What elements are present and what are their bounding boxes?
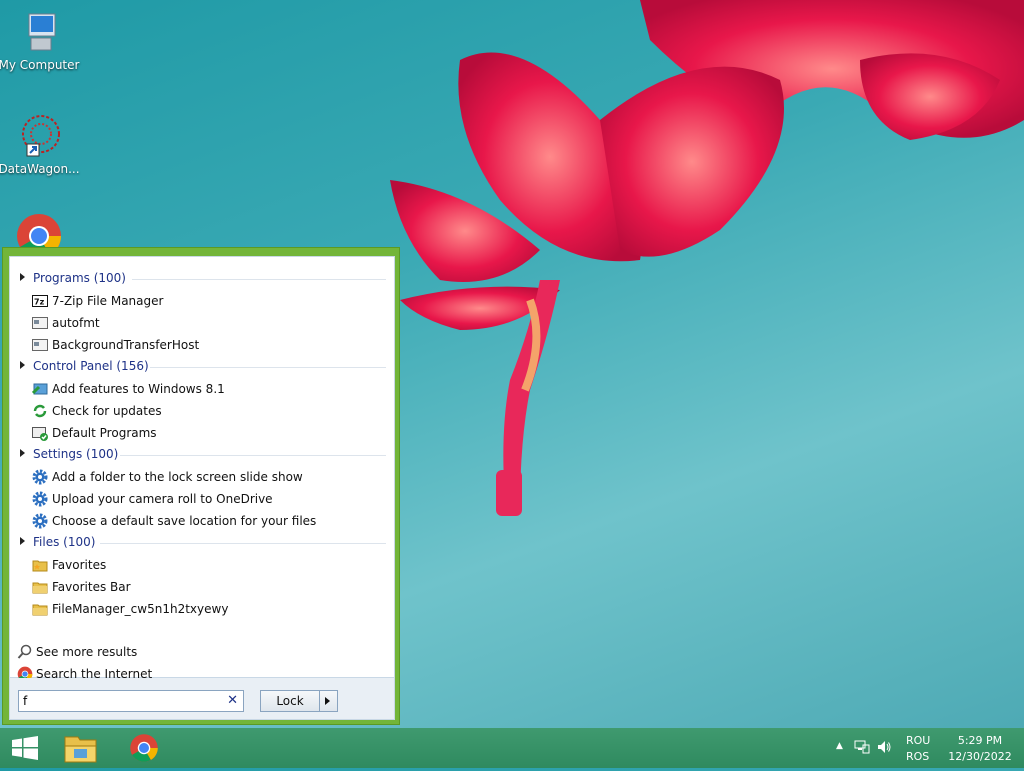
group-header-programs[interactable]: Programs (100) xyxy=(20,269,386,289)
desktop-icon-label: DataWagon... xyxy=(0,162,80,176)
language-indicator[interactable]: ROU ROS xyxy=(906,733,930,765)
gear-icon xyxy=(32,513,48,529)
network-icon[interactable] xyxy=(854,739,870,755)
computer-icon xyxy=(15,8,63,56)
search-icon xyxy=(17,644,33,660)
result-item-label: Check for updates xyxy=(52,404,162,418)
clock-time: 5:29 PM xyxy=(957,734,1003,747)
expand-arrow-icon xyxy=(20,449,25,457)
language-code: ROU xyxy=(906,734,931,747)
windows-logo-icon xyxy=(12,736,38,760)
result-item[interactable]: autofmt xyxy=(32,313,382,333)
chevron-right-icon[interactable] xyxy=(325,697,330,705)
expand-arrow-icon xyxy=(20,361,25,369)
group-header-label: Control Panel (156) xyxy=(33,359,149,373)
folder-star-icon xyxy=(32,557,48,573)
lock-button[interactable]: Lock xyxy=(261,694,319,708)
volume-icon[interactable] xyxy=(876,739,892,755)
result-item[interactable]: Default Programs xyxy=(32,423,382,443)
add-features-icon xyxy=(31,381,48,397)
result-item-label: BackgroundTransferHost xyxy=(52,338,200,352)
search-results-pane: Programs (100) 7z 7-Zip File Manager aut… xyxy=(9,256,395,682)
show-hidden-icons-icon[interactable]: ▲ xyxy=(836,741,843,751)
datawagon-icon xyxy=(15,112,63,160)
default-programs-icon xyxy=(32,425,48,441)
svg-text:7z: 7z xyxy=(34,298,45,307)
start-button[interactable] xyxy=(0,728,56,768)
result-item-label: FileManager_cw5n1h2txyewy xyxy=(52,602,229,616)
result-item-label: Favorites Bar xyxy=(52,580,131,594)
divider xyxy=(132,279,386,280)
system-tray: ▲ ROU ROS 5:29 PM 12/30/2022 xyxy=(834,728,1024,768)
gear-icon xyxy=(32,469,48,485)
result-item[interactable]: FileManager_cw5n1h2txyewy xyxy=(32,599,382,619)
desktop-icon-datawagon[interactable]: DataWagon... xyxy=(0,112,81,176)
result-item-label: Default Programs xyxy=(52,426,157,440)
expand-arrow-icon xyxy=(20,273,25,281)
result-item-label: Add a folder to the lock screen slide sh… xyxy=(52,470,303,484)
group-header-settings[interactable]: Settings (100) xyxy=(20,445,386,465)
group-header-label: Programs (100) xyxy=(33,271,126,285)
divider xyxy=(150,367,386,368)
result-item[interactable]: Upload your camera roll to OneDrive xyxy=(32,489,382,509)
file-explorer-button[interactable] xyxy=(52,728,110,768)
see-more-label: See more results xyxy=(36,645,138,659)
7zip-icon: 7z xyxy=(32,293,48,309)
taskbar: ▲ ROU ROS 5:29 PM 12/30/2022 xyxy=(0,728,1024,768)
result-item-label: autofmt xyxy=(52,316,100,330)
search-bar-area: ✕ Lock xyxy=(9,678,395,720)
chrome-icon xyxy=(130,734,158,762)
search-box: ✕ xyxy=(18,690,244,712)
clear-search-icon[interactable]: ✕ xyxy=(227,693,238,708)
group-header-files[interactable]: Files (100) xyxy=(20,533,386,553)
result-item[interactable]: Favorites Bar xyxy=(32,577,382,597)
start-menu: Programs (100) 7z 7-Zip File Manager aut… xyxy=(2,247,400,725)
divider xyxy=(319,691,320,711)
result-item[interactable]: Add a folder to the lock screen slide sh… xyxy=(32,467,382,487)
app-window-icon xyxy=(32,337,48,353)
folder-icon xyxy=(32,601,48,617)
group-header-label: Settings (100) xyxy=(33,447,119,461)
result-item-label: Choose a default save location for your … xyxy=(52,514,317,528)
divider xyxy=(120,455,386,456)
desktop-icon-my-computer[interactable]: My Computer xyxy=(0,8,81,72)
app-window-icon xyxy=(32,315,48,331)
result-item[interactable]: Add features to Windows 8.1 xyxy=(31,379,382,399)
expand-arrow-icon xyxy=(20,537,25,545)
result-item-label: Favorites xyxy=(52,558,107,572)
clock-date: 12/30/2022 xyxy=(948,750,1012,763)
divider xyxy=(100,543,386,544)
file-explorer-icon xyxy=(64,736,97,763)
search-input[interactable] xyxy=(23,693,219,709)
result-item-label: 7-Zip File Manager xyxy=(52,294,164,308)
gear-icon xyxy=(32,491,48,507)
desktop-icon-label: My Computer xyxy=(0,58,80,72)
result-item[interactable]: Favorites xyxy=(32,555,382,575)
group-header-control-panel[interactable]: Control Panel (156) xyxy=(20,357,386,377)
chrome-button[interactable] xyxy=(116,728,172,768)
result-item-label: Add features to Windows 8.1 xyxy=(52,382,225,396)
see-more-results-link[interactable]: See more results xyxy=(17,642,377,662)
result-item[interactable]: Check for updates xyxy=(32,401,382,421)
folder-icon xyxy=(32,579,48,595)
windows-update-icon xyxy=(32,403,48,419)
clock[interactable]: 5:29 PM 12/30/2022 xyxy=(942,733,1018,765)
result-item[interactable]: BackgroundTransferHost xyxy=(32,335,382,355)
result-item[interactable]: Choose a default save location for your … xyxy=(32,511,382,531)
result-item-label: Upload your camera roll to OneDrive xyxy=(52,492,273,506)
group-header-label: Files (100) xyxy=(33,535,96,549)
result-item[interactable]: 7z 7-Zip File Manager xyxy=(32,291,382,311)
keyboard-layout-code: ROS xyxy=(906,750,930,763)
lock-split-button: Lock xyxy=(260,690,338,712)
